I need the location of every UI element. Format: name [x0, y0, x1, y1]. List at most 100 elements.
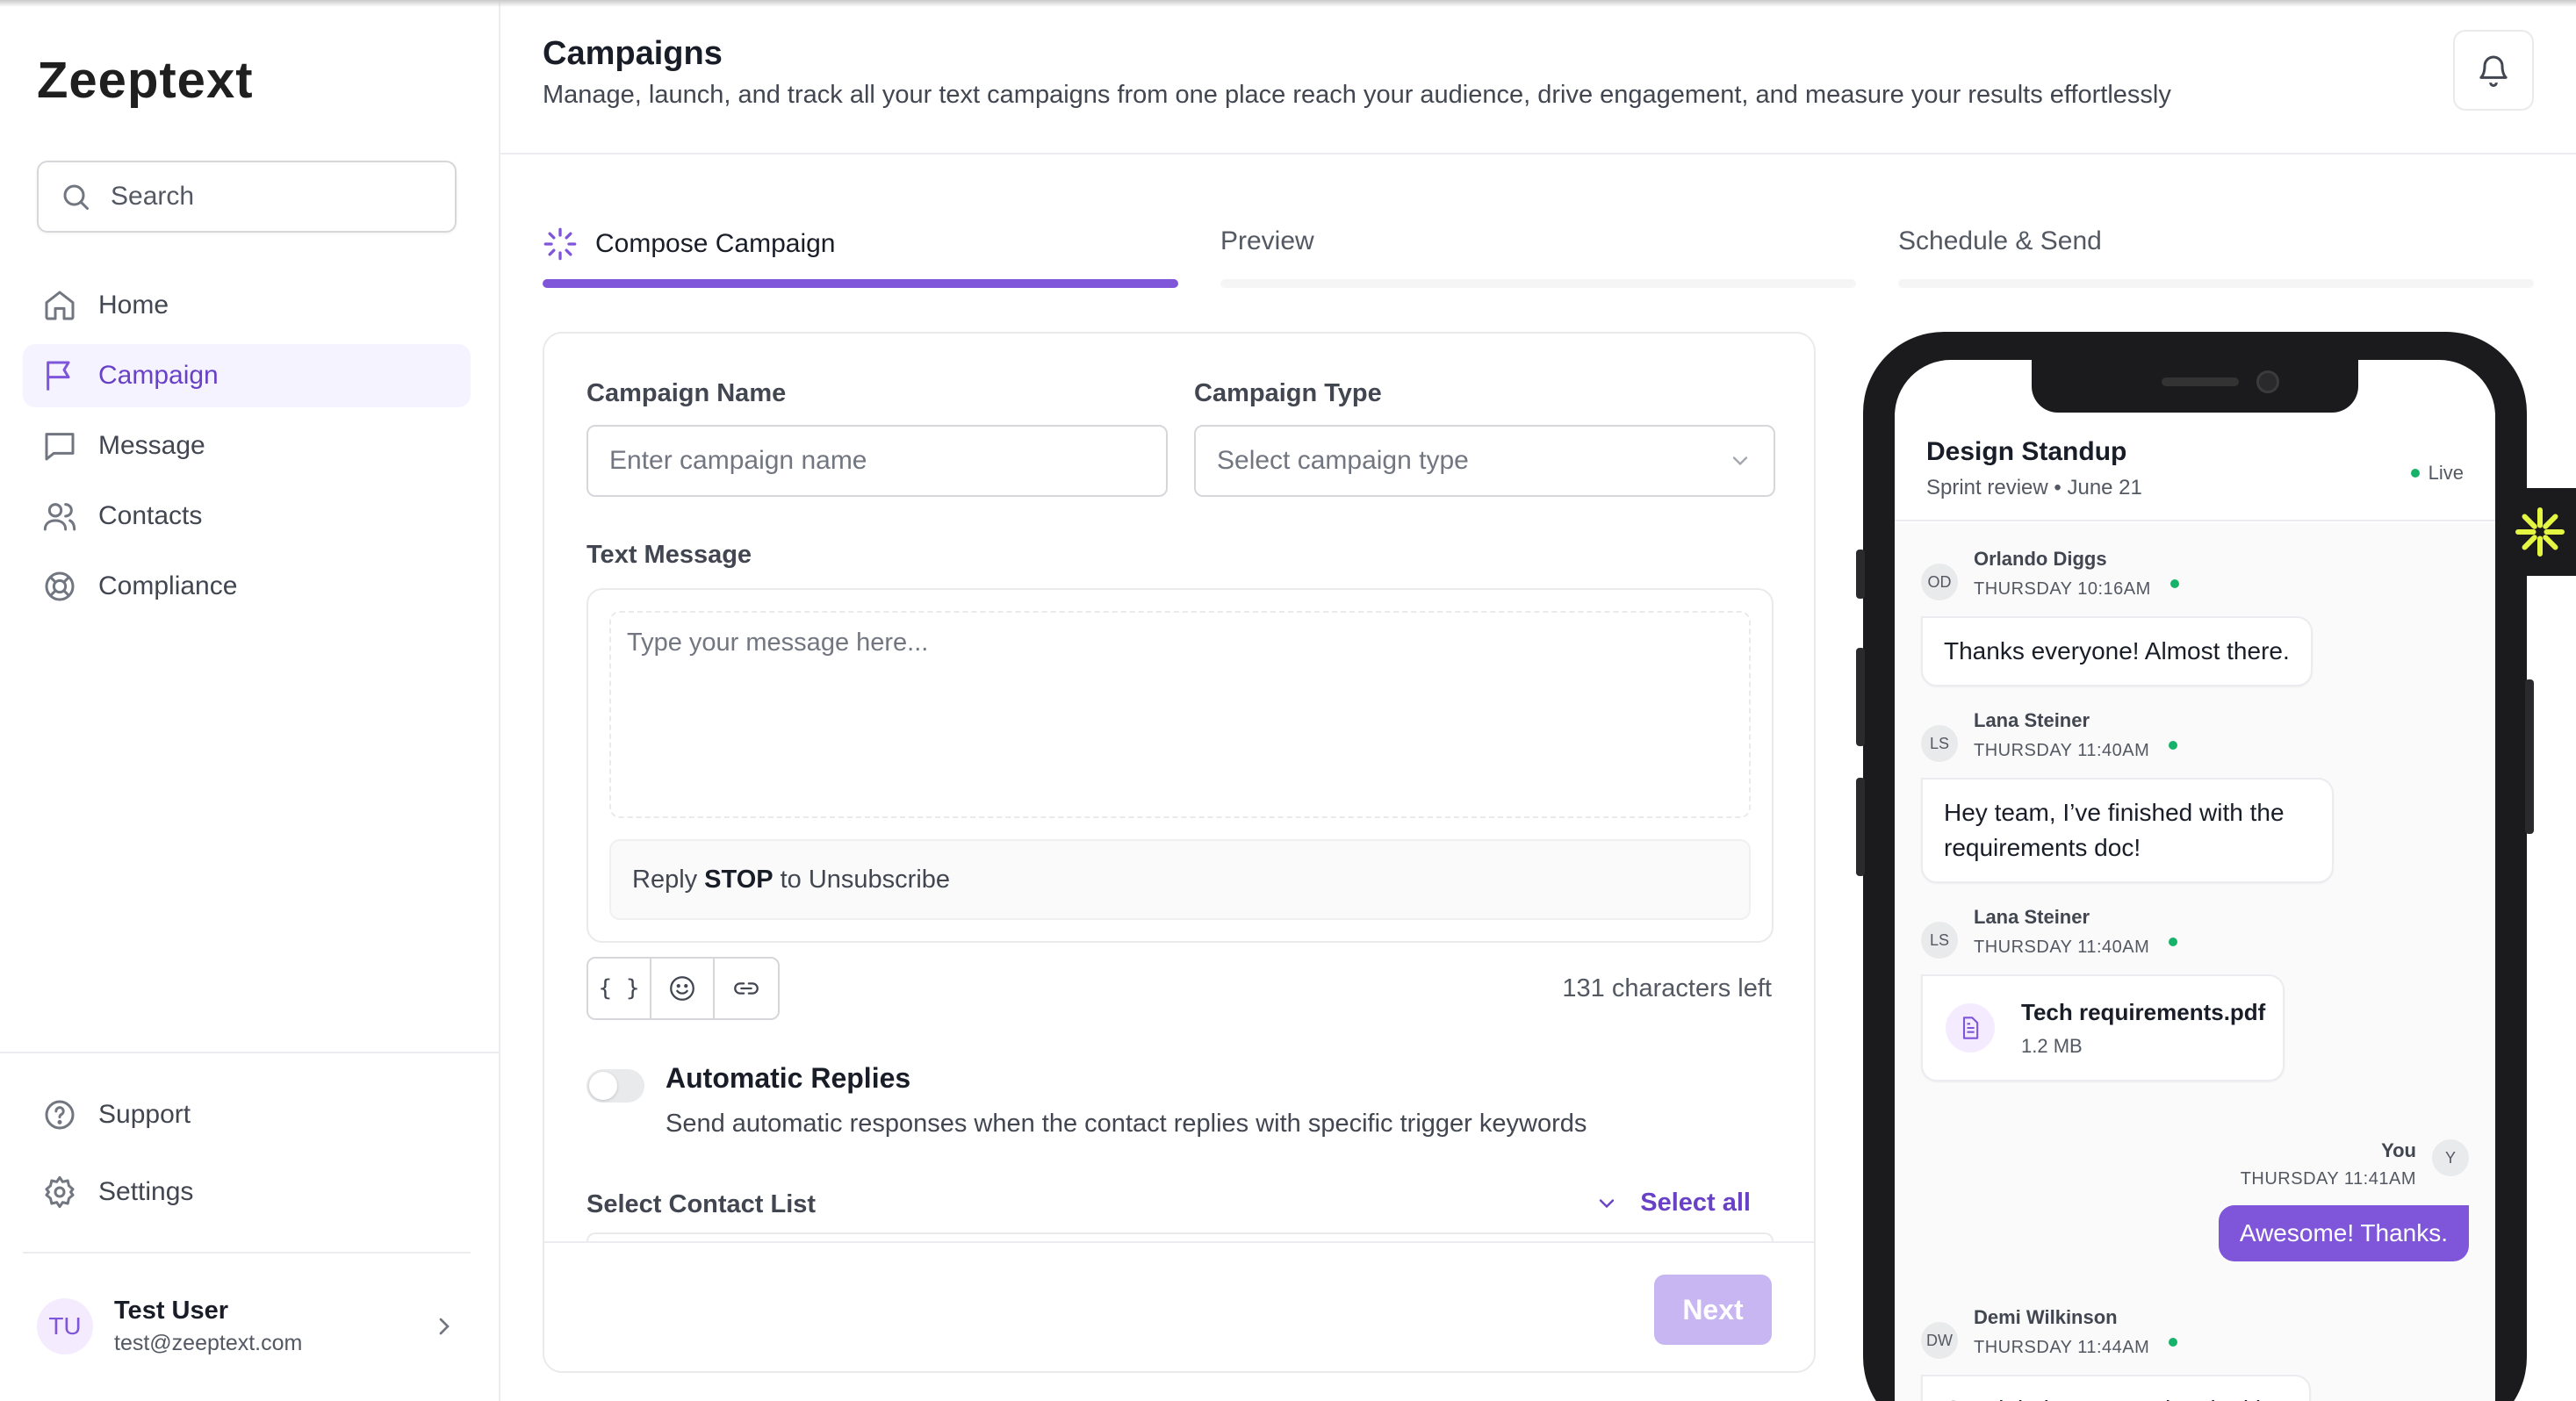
- step-label: Schedule & Send: [1898, 226, 2102, 255]
- contact-list-box[interactable]: [586, 1232, 1774, 1241]
- chat-message: DW Demi Wilkinson THURSDAY 11:44AM Good …: [1921, 1306, 2312, 1401]
- page-header: Campaigns Manage, launch, and track all …: [500, 0, 2576, 154]
- user-info: Test User test@zeeptext.com: [114, 1297, 430, 1356]
- sidebar-item-label: Campaign: [98, 361, 219, 390]
- message-toolbar: { }: [586, 957, 780, 1020]
- file-details: Tech requirements.pdf 1.2 MB: [1995, 999, 2265, 1058]
- file-attachment[interactable]: Tech requirements.pdf 1.2 MB: [1921, 974, 2285, 1081]
- message-bubble: Thanks everyone! Almost there.: [1921, 616, 2313, 686]
- chevron-down-icon: [1732, 456, 1748, 466]
- select-all-button[interactable]: Select all: [1594, 1189, 1751, 1218]
- search-input[interactable]: Search: [37, 161, 457, 233]
- campaign-type-select[interactable]: Select campaign type: [1194, 425, 1775, 497]
- online-indicator: [2169, 1338, 2178, 1347]
- gear-icon: [42, 1175, 77, 1210]
- automatic-replies-toggle[interactable]: [586, 1069, 644, 1103]
- sidebar-item-home[interactable]: Home: [23, 274, 471, 337]
- tab-preview[interactable]: Preview: [1220, 226, 1314, 256]
- phone-screen: Design Standup Sprint review • June 21 L…: [1895, 360, 2495, 1401]
- users-icon: [42, 499, 77, 534]
- app-logo: Zeeptext: [37, 52, 254, 109]
- campaign-name-label: Campaign Name: [586, 379, 787, 407]
- sidebar-item-support[interactable]: Support: [23, 1083, 471, 1146]
- campaign-type-label: Campaign Type: [1194, 379, 1382, 407]
- sidebar-item-label: Home: [98, 291, 169, 320]
- sidebar-item-label: Message: [98, 431, 205, 460]
- live-dot: [2410, 469, 2420, 478]
- avatar: OD: [1921, 564, 1958, 600]
- sender-name: You: [2381, 1139, 2416, 1161]
- select-all-label: Select all: [1640, 1189, 1751, 1217]
- campaign-type-placeholder: Select campaign type: [1217, 446, 1469, 475]
- step-progress-preview: [1220, 279, 1856, 288]
- message-time: THURSDAY 11:44AM: [1974, 1338, 2150, 1357]
- tab-schedule-send[interactable]: Schedule & Send: [1898, 226, 2102, 256]
- automatic-replies-description: Send automatic responses when the contac…: [666, 1110, 1587, 1138]
- chat-header: Design Standup Sprint review • June 21 L…: [1895, 413, 2495, 521]
- campaign-name-input[interactable]: Enter campaign name: [586, 425, 1168, 497]
- step-progress-compose: [543, 279, 1178, 288]
- live-label: Live: [2428, 462, 2464, 484]
- characters-left: 131 characters left: [1562, 974, 1772, 1002]
- message-header: OD Orlando Diggs THURSDAY 10:16AM: [1921, 548, 2313, 600]
- page-title: Campaigns: [543, 35, 723, 72]
- message-textarea[interactable]: Type your message here...: [609, 611, 1751, 818]
- insert-link-button[interactable]: [715, 959, 778, 1018]
- sidebar-item-message[interactable]: Message: [23, 414, 471, 478]
- home-icon: [42, 288, 77, 323]
- next-button[interactable]: Next: [1654, 1275, 1772, 1345]
- page-subtitle: Manage, launch, and track all your text …: [543, 81, 2171, 109]
- sidebar-item-label: Support: [98, 1100, 191, 1129]
- message-bubble: Good timing — was just looking: [1921, 1375, 2312, 1401]
- main-nav: Home Campaign Message Contacts Complianc…: [23, 274, 471, 625]
- phone-volume-down: [1856, 778, 1865, 876]
- message-time: THURSDAY 11:40AM: [1974, 741, 2150, 760]
- insert-variable-button[interactable]: { }: [588, 959, 651, 1018]
- chat-messages: OD Orlando Diggs THURSDAY 10:16AM Thanks…: [1895, 523, 2495, 1401]
- message-header: LS Lana Steiner THURSDAY 11:40AM: [1921, 709, 2334, 762]
- step-progress-schedule: [1898, 279, 2534, 288]
- step-label: Compose Campaign: [595, 229, 836, 258]
- sidebar-item-label: Compliance: [98, 571, 238, 600]
- sidebar-item-settings[interactable]: Settings: [23, 1160, 471, 1224]
- flag-icon: [42, 358, 77, 393]
- live-indicator: Live: [2410, 462, 2464, 485]
- message-time: THURSDAY 10:16AM: [1974, 579, 2151, 599]
- help-circle-icon: [42, 1097, 77, 1132]
- compose-form-card: Campaign Name Enter campaign name Campai…: [543, 332, 1816, 1373]
- assistant-widget-button[interactable]: [2504, 488, 2576, 576]
- sender-name: Demi Wilkinson: [1974, 1306, 2118, 1328]
- sidebar-item-campaign[interactable]: Campaign: [23, 344, 471, 407]
- message-meta: Orlando Diggs THURSDAY 10:16AM: [1974, 548, 2151, 600]
- message-meta: Lana Steiner THURSDAY 11:40AM: [1974, 906, 2149, 958]
- reply-suffix: to Unsubscribe: [780, 865, 951, 894]
- sidebar-item-contacts[interactable]: Contacts: [23, 485, 471, 548]
- avatar: LS: [1921, 922, 1958, 959]
- chevron-down-icon: [1600, 1198, 1615, 1208]
- contact-list-label: Select Contact List: [586, 1190, 817, 1218]
- sidebar-item-label: Contacts: [98, 501, 203, 530]
- text-message-label: Text Message: [586, 541, 752, 569]
- message-meta: You THURSDAY 11:41AM: [2179, 1139, 2469, 1189]
- chat-message-own: Y You THURSDAY 11:41AM Awesome! Thanks.: [2179, 1139, 2469, 1262]
- message-icon: [42, 428, 77, 463]
- lifebuoy-icon: [42, 569, 77, 604]
- search-icon: [63, 184, 89, 210]
- avatar: LS: [1921, 725, 1958, 762]
- chat-title: Design Standup: [1926, 437, 2127, 466]
- link-icon: [734, 982, 759, 995]
- message-bubble: Awesome! Thanks.: [2218, 1205, 2469, 1261]
- sidebar-item-label: Settings: [98, 1177, 194, 1206]
- insert-emoji-button[interactable]: [651, 959, 715, 1018]
- tab-compose-campaign[interactable]: Compose Campaign: [543, 226, 835, 262]
- user-profile[interactable]: TU Test User test@zeeptext.com: [37, 1294, 458, 1359]
- chevron-right-icon: [439, 1318, 450, 1335]
- chat-subtitle-left: Sprint review: [1926, 476, 2048, 499]
- online-indicator: [2169, 741, 2178, 750]
- automatic-replies-title: Automatic Replies: [666, 1062, 911, 1094]
- sidebar: Zeeptext Search Home Campaign Message Co…: [0, 0, 500, 1401]
- chat-message: OD Orlando Diggs THURSDAY 10:16AM Thanks…: [1921, 548, 2313, 686]
- sender-name: Lana Steiner: [1974, 709, 2090, 731]
- notifications-button[interactable]: [2453, 30, 2534, 111]
- sidebar-item-compliance[interactable]: Compliance: [23, 555, 471, 618]
